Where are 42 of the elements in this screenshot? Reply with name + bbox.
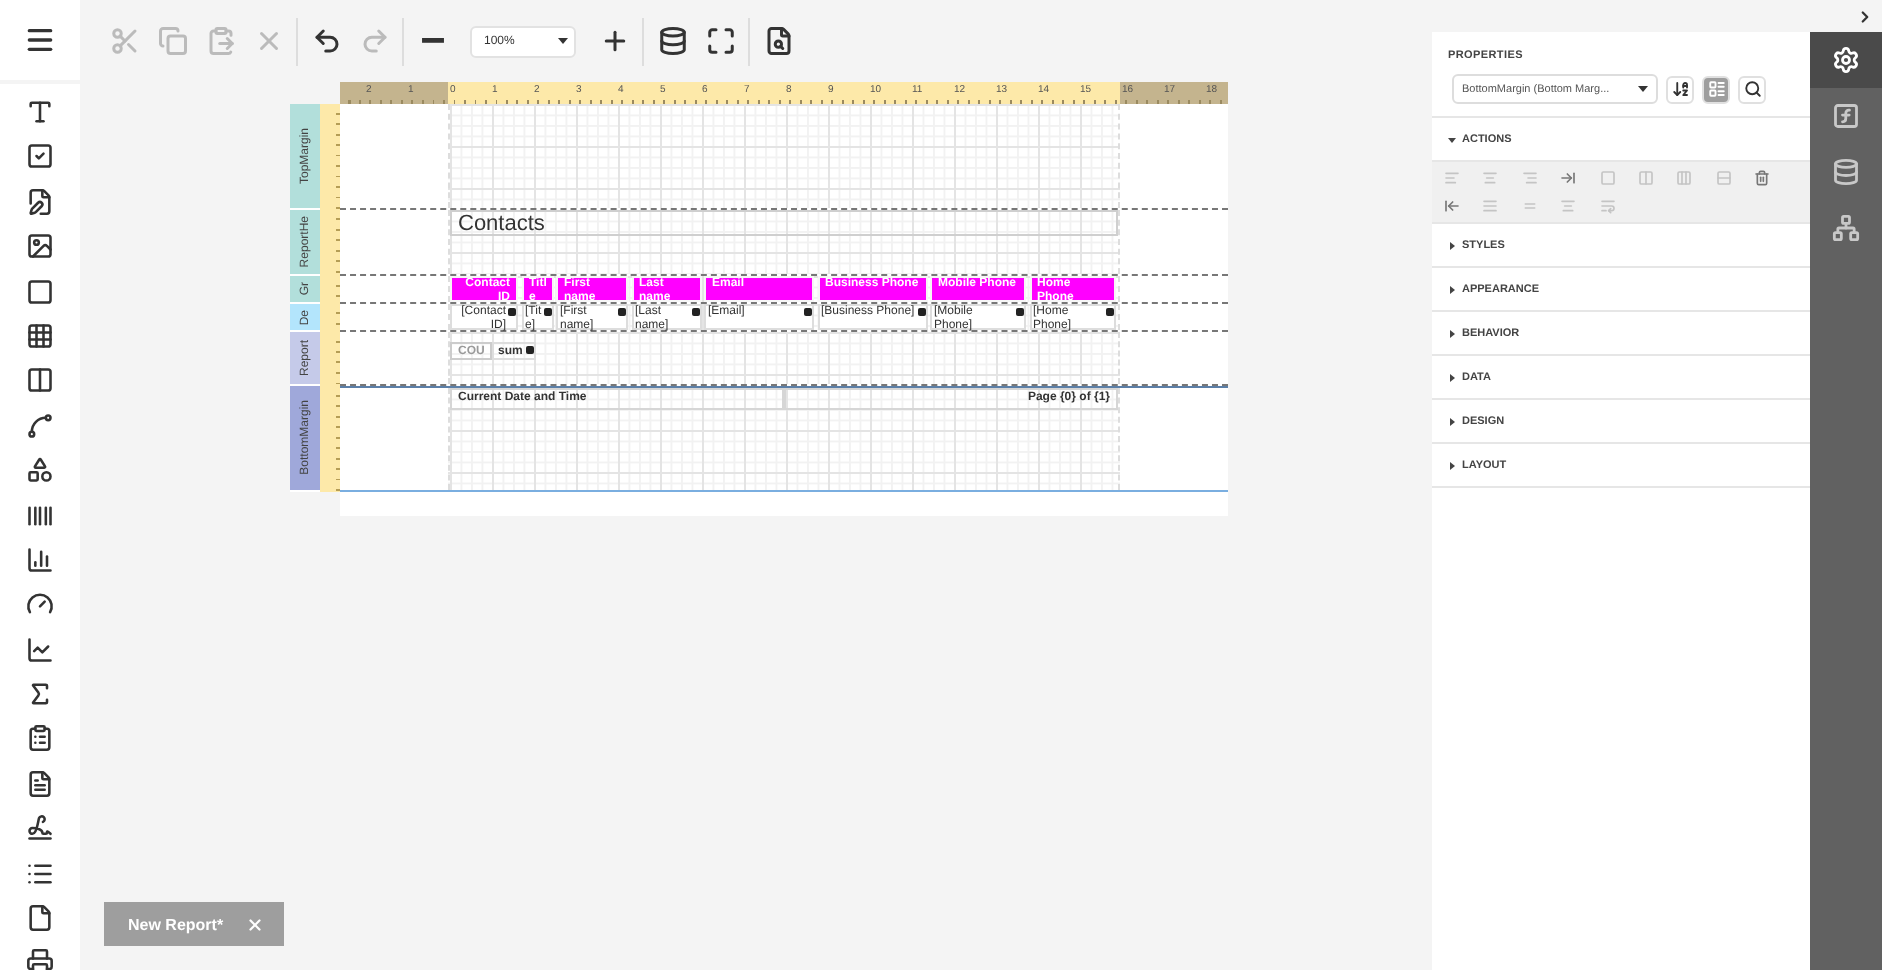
search-icon: [1743, 80, 1761, 98]
trash-icon[interactable]: [1754, 170, 1771, 186]
caret-icon: [558, 38, 568, 44]
close-button[interactable]: [246, 915, 264, 934]
page-break-icon[interactable]: [22, 944, 58, 970]
paste-icon: [205, 26, 235, 56]
report-title[interactable]: Contacts: [450, 210, 1118, 236]
smart-tag-icon[interactable]: [804, 308, 812, 316]
smart-tag-icon[interactable]: [1016, 308, 1024, 316]
function-icon: [1832, 102, 1860, 130]
smart-tag-icon[interactable]: [618, 308, 626, 316]
database-icon: [1832, 158, 1860, 186]
undo-icon: [311, 26, 341, 56]
smart-tag-icon[interactable]: [508, 308, 516, 316]
band-area[interactable]: Contacts: [340, 210, 1228, 276]
smart-tag-icon[interactable]: [526, 346, 534, 354]
smart-tag-icon[interactable]: [691, 308, 699, 316]
copy-icon: [157, 26, 187, 56]
arrow-to-line-icon[interactable]: [1560, 170, 1577, 186]
hierarchy-icon: [1832, 214, 1860, 242]
settings-icon: [1832, 46, 1860, 74]
zoom-out-icon: [421, 38, 443, 44]
menu-icon: [24, 24, 56, 56]
zoom-in-icon: [599, 26, 629, 56]
settings-tab[interactable]: [1810, 32, 1882, 88]
smart-tag-icon[interactable]: [1105, 308, 1113, 316]
redo-icon: [359, 26, 389, 56]
search-button[interactable]: [1738, 75, 1766, 103]
full-screen-icon: [705, 26, 735, 56]
close-icon: [246, 915, 264, 934]
scissors-icon: [109, 26, 139, 56]
sort-button[interactable]: [1666, 75, 1694, 103]
database-icon: [657, 26, 687, 56]
smart-tag-icon[interactable]: [917, 308, 925, 316]
chevron-icon: [1856, 7, 1874, 25]
categories-icon: [1707, 80, 1725, 98]
preview-icon: [763, 26, 793, 56]
smart-tag-icon[interactable]: [543, 308, 551, 316]
sort-icon: [1671, 80, 1689, 98]
arrow-to-line-icon[interactable]: [1444, 198, 1460, 214]
caret-icon: [1638, 86, 1648, 92]
menu-button[interactable]: [0, 0, 80, 80]
